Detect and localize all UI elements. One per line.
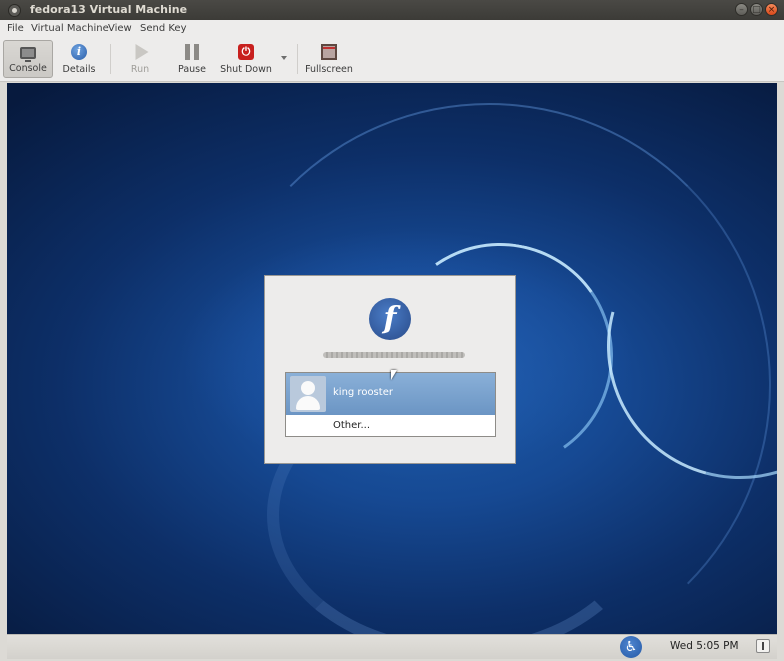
mouse-pointer-icon: [391, 370, 397, 380]
run-label: Run: [130, 64, 150, 75]
pause-icon: [185, 44, 199, 60]
fedora-logo-icon: f: [369, 298, 411, 340]
fullscreen-icon: [321, 44, 337, 60]
other-user-item[interactable]: Other...: [286, 417, 495, 436]
window-title: fedora13 Virtual Machine: [30, 3, 188, 16]
pause-label: Pause: [178, 64, 206, 75]
shutdown-button[interactable]: ⏻ Shut Down: [220, 40, 272, 78]
shutdown-label: Shut Down: [220, 64, 272, 75]
menu-file[interactable]: File: [7, 23, 24, 34]
power-menu-icon[interactable]: [756, 639, 770, 653]
vm-console-frame: f king rooster Other... ♿ Wed 5:05 PM: [0, 82, 784, 661]
menu-view[interactable]: View: [108, 23, 132, 34]
power-icon: ⏻: [238, 44, 254, 60]
details-label: Details: [62, 64, 96, 75]
toolbar-separator: [297, 44, 298, 74]
guest-bottom-panel: ♿ Wed 5:05 PM: [7, 634, 777, 659]
console-button[interactable]: Console: [3, 40, 53, 78]
hostname-redacted: [323, 352, 465, 358]
user-name: king rooster: [333, 387, 393, 398]
accessibility-icon[interactable]: ♿: [620, 636, 642, 658]
console-label: Console: [9, 63, 47, 74]
window-controls: – □ ×: [735, 3, 778, 17]
play-icon: [135, 44, 149, 60]
minimize-button[interactable]: –: [735, 3, 748, 16]
menu-send-key[interactable]: Send Key: [140, 23, 187, 34]
window-titlebar: fedora13 Virtual Machine – □ ×: [0, 0, 784, 20]
maximize-button[interactable]: □: [750, 3, 763, 16]
login-dialog: f king rooster Other...: [264, 275, 516, 464]
shutdown-dropdown-arrow-icon[interactable]: [281, 56, 287, 60]
monitor-icon: [20, 47, 36, 62]
window-menu-icon[interactable]: [8, 4, 21, 17]
run-button[interactable]: Run: [120, 40, 160, 78]
toolbar-separator: [110, 44, 111, 74]
pause-button[interactable]: Pause: [172, 40, 212, 78]
user-list: king rooster Other...: [285, 372, 496, 437]
fullscreen-label: Fullscreen: [305, 64, 353, 75]
fullscreen-button[interactable]: Fullscreen: [304, 40, 354, 78]
user-avatar-icon: [290, 376, 326, 412]
info-icon: i: [71, 44, 87, 60]
close-button[interactable]: ×: [765, 3, 778, 16]
other-user-label: Other...: [333, 420, 371, 431]
clock[interactable]: Wed 5:05 PM: [670, 640, 739, 652]
details-button[interactable]: i Details: [57, 40, 101, 78]
menu-bar: File Virtual Machine View Send Key: [0, 20, 784, 39]
vm-screen[interactable]: f king rooster Other...: [7, 83, 777, 634]
menu-virtual-machine[interactable]: Virtual Machine: [31, 23, 109, 34]
toolbar: Console i Details Run Pause ⏻ Shut Down …: [0, 38, 784, 82]
